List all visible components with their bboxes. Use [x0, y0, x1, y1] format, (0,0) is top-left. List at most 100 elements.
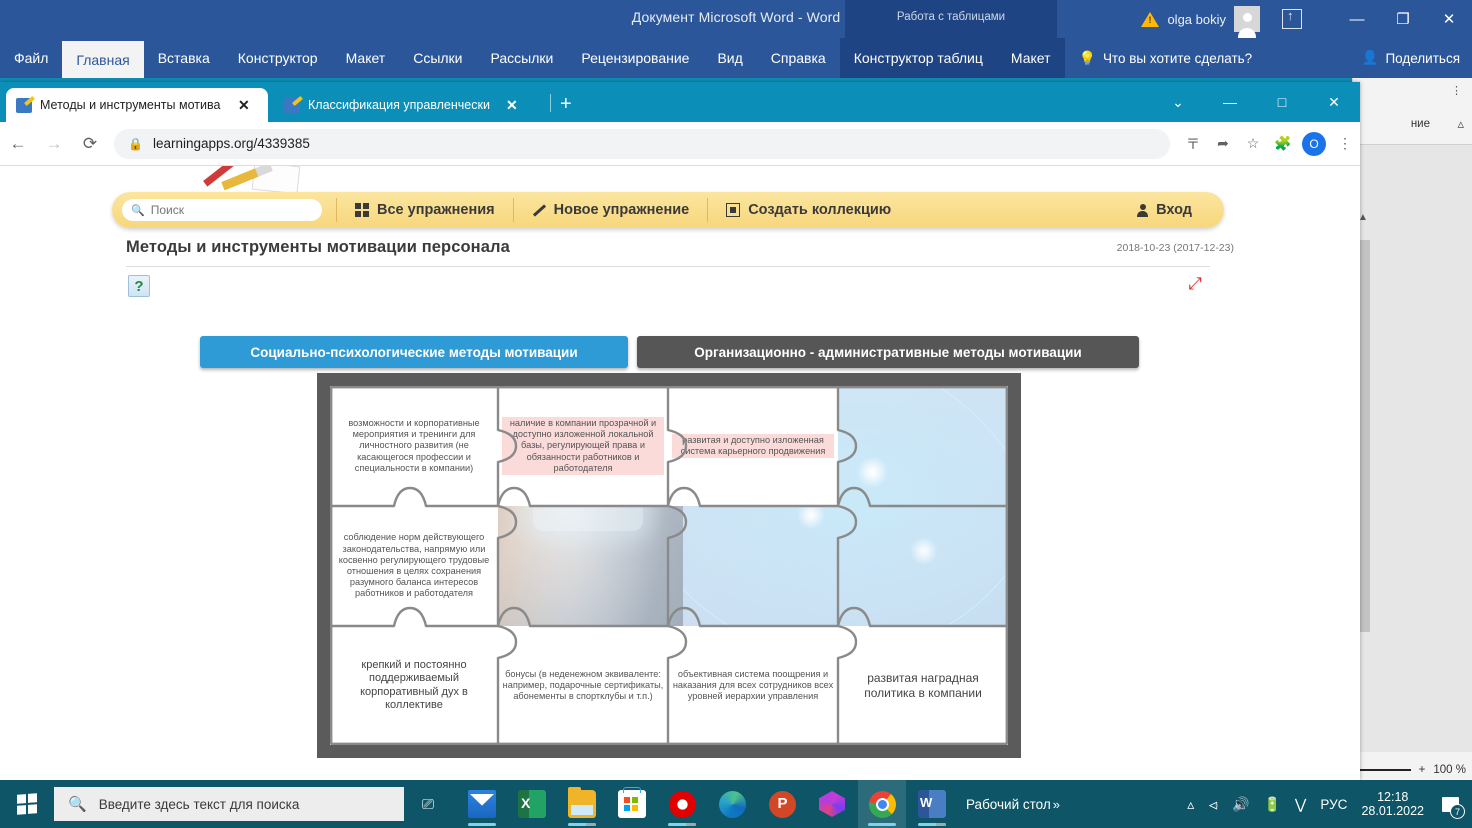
category-button-social-psychological[interactable]: Социально-психологические методы мотивац… [200, 336, 628, 368]
help-icon[interactable]: ? [128, 275, 150, 297]
word-pane-dots-icon[interactable]: ⋮ [1451, 84, 1462, 97]
bookmark-star-icon[interactable]: ☆ [1238, 129, 1268, 159]
ribbon-tab-home[interactable]: Главная [62, 41, 144, 78]
login-button[interactable]: Вход [1137, 202, 1214, 218]
taskbar-app-word[interactable] [908, 780, 956, 828]
share-button[interactable]: 👤 Поделиться [1362, 38, 1460, 78]
fullscreen-icon[interactable]: ⤢ [1186, 275, 1204, 294]
taskbar-app-edge[interactable] [708, 780, 756, 828]
taskbar-search-placeholder: Введите здесь текст для поиска [98, 796, 300, 812]
windows-logo-icon [17, 793, 37, 815]
taskbar-app-chrome[interactable] [858, 780, 906, 828]
ribbon-tab-view[interactable]: Вид [703, 38, 756, 78]
word-restore-button[interactable]: ❐ [1380, 0, 1426, 38]
search-input[interactable] [150, 203, 301, 217]
puzzle-piece-4[interactable]: соблюдение норм действующего законодател… [330, 506, 498, 626]
ribbon-tab-table-design[interactable]: Конструктор таблиц [840, 38, 997, 78]
language-indicator[interactable]: РУС [1320, 797, 1347, 812]
puzzle-board: возможности и корпоративные мероприятия … [317, 373, 1021, 758]
ribbon-tab-file[interactable]: Файл [0, 38, 62, 78]
desktop-peek-label[interactable]: Рабочий стол » [966, 797, 1060, 812]
chevron-up-icon[interactable]: ▵ [1457, 116, 1464, 132]
puzzle-piece-3[interactable]: развитая и доступно изложенная система к… [668, 386, 838, 506]
category-button-organizational-administrative[interactable]: Организационно - административные методы… [637, 336, 1139, 368]
menu-label: Новое упражнение [553, 202, 690, 218]
chrome-maximize-button[interactable]: □ [1256, 82, 1308, 122]
back-icon[interactable]: ← [0, 126, 36, 162]
word-minimize-button[interactable]: — [1334, 0, 1380, 38]
ribbon-tab-mailings[interactable]: Рассылки [477, 38, 568, 78]
ribbon-tab-help[interactable]: Справка [757, 38, 840, 78]
taskbar-app-gem[interactable] [808, 780, 856, 828]
taskbar-app-explorer[interactable] [558, 780, 606, 828]
overflow-indicator: » [1052, 796, 1060, 812]
share-icon[interactable]: ➦ [1208, 129, 1238, 159]
word-account-area[interactable]: olga bokiy [1141, 0, 1260, 38]
new-tab-button[interactable]: + [560, 94, 572, 114]
translate-icon[interactable]: 〒 [1178, 129, 1208, 159]
browser-tab-inactive[interactable]: Классификация управленчески ✕ [274, 88, 546, 122]
chrome-collapse-button[interactable]: ⌄ [1152, 82, 1204, 122]
wifi-icon[interactable]: ⋁ [1295, 796, 1306, 813]
taskbar-search-box[interactable]: 🔍 Введите здесь текст для поиска [54, 787, 404, 821]
taskbar-app-mail[interactable] [458, 780, 506, 828]
ribbon-tab-design[interactable]: Конструктор [224, 38, 332, 78]
browser-tab-active[interactable]: Методы и инструменты мотива ✕ [6, 88, 268, 122]
ribbon-tab-review[interactable]: Рецензирование [567, 38, 703, 78]
puzzle-piece-6[interactable]: бонусы (в неденежном эквиваленте: наприм… [498, 626, 668, 745]
word-close-button[interactable]: ✕ [1426, 0, 1472, 38]
puzzle-piece-1[interactable]: возможности и корпоративные мероприятия … [330, 386, 498, 506]
chrome-menu-icon[interactable]: ⋮ [1330, 129, 1360, 159]
puzzle-piece-7[interactable]: объективная система поощрения и наказани… [668, 626, 838, 745]
ribbon-tab-table-layout[interactable]: Макет [997, 38, 1065, 78]
ribbon-display-options-icon[interactable] [1282, 8, 1302, 29]
toolbar-divider [707, 198, 709, 222]
tell-me-box[interactable]: 💡 Что вы хотите сделать? [1065, 38, 1267, 78]
battery-icon[interactable]: 🔋 [1263, 796, 1280, 813]
taskbar-app-excel[interactable] [508, 780, 556, 828]
reload-icon[interactable]: ⟳ [72, 126, 108, 162]
search-box[interactable]: 🔍 [122, 199, 322, 221]
tab-favicon-icon [16, 97, 32, 113]
extensions-puzzle-icon[interactable]: 🧩 [1268, 129, 1298, 159]
zoom-slider-track[interactable] [1356, 769, 1411, 771]
forward-icon[interactable]: → [36, 126, 72, 162]
app-date: 2018-10-23 (2017-12-23) [1116, 242, 1234, 254]
opera-icon [668, 790, 696, 818]
taskbar-app-store[interactable] [608, 780, 656, 828]
chevron-up-icon[interactable]: ▵ [1187, 796, 1194, 813]
volume-icon[interactable]: 🔊 [1232, 796, 1249, 813]
ribbon-tab-layout[interactable]: Макет [332, 38, 400, 78]
zoom-level-label: 100 % [1433, 764, 1466, 776]
start-button[interactable] [0, 780, 54, 828]
tab-close-icon[interactable]: ✕ [506, 97, 518, 114]
avatar[interactable] [1234, 6, 1260, 38]
chrome-minimize-button[interactable]: — [1204, 82, 1256, 122]
puzzle-piece-text: соблюдение норм действующего законодател… [338, 532, 490, 599]
ribbon-tab-insert[interactable]: Вставка [144, 38, 224, 78]
word-contextual-group-text: Работа с таблицами [896, 11, 1006, 23]
menu-item-create-collection[interactable]: Создать коллекцию [712, 202, 905, 218]
menu-item-new-exercise[interactable]: Новое упражнение [518, 202, 704, 218]
notification-center-icon[interactable]: 7 [1438, 792, 1465, 819]
ribbon-tab-references[interactable]: Ссылки [399, 38, 476, 78]
puzzle-piece-2[interactable]: наличие в компании прозрачной и доступно… [498, 386, 668, 506]
address-bar[interactable]: 🔒 learningapps.org/4339385 [114, 128, 1170, 159]
clock[interactable]: 12:18 28.01.2022 [1361, 790, 1424, 819]
profile-avatar[interactable]: O [1302, 131, 1326, 156]
word-zoom-control[interactable]: + 100 % [1356, 764, 1466, 776]
meet-now-icon[interactable]: ⏿ [1208, 796, 1218, 813]
tab-close-icon[interactable]: ✕ [238, 97, 250, 114]
puzzle-piece-text: развитая наградная политика в компании [864, 670, 982, 700]
taskbar-app-powerpoint[interactable] [758, 780, 806, 828]
taskbar-app-opera[interactable] [658, 780, 706, 828]
task-view-icon[interactable]: ⎚ [404, 780, 452, 828]
zoom-in-icon[interactable]: + [1419, 764, 1426, 776]
puzzle-piece-text: бонусы (в неденежном эквиваленте: наприм… [502, 668, 664, 702]
puzzle-piece-text: крепкий и постоянно поддерживаемый корпо… [360, 658, 468, 711]
puzzle-piece-8[interactable]: развитая наградная политика в компании [838, 626, 1008, 745]
chrome-close-button[interactable]: ✕ [1308, 82, 1360, 122]
address-bar-url: learningapps.org/4339385 [152, 136, 310, 151]
menu-item-all-exercises[interactable]: Все упражнения [341, 202, 509, 218]
puzzle-piece-5[interactable]: крепкий и постоянно поддерживаемый корпо… [330, 626, 498, 745]
